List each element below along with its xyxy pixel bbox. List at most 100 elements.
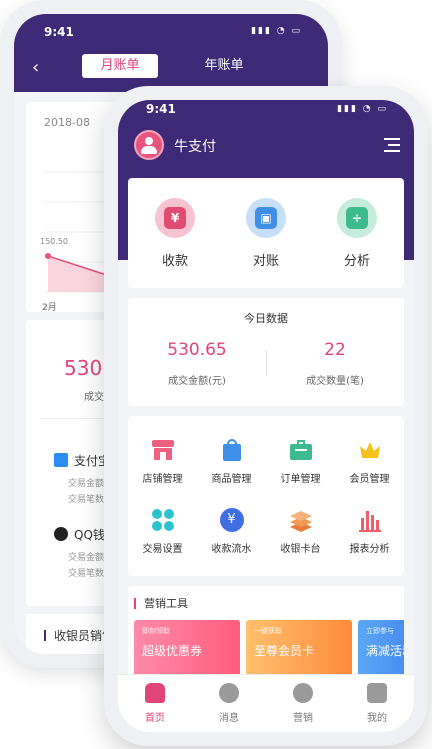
grid-item-reports[interactable]: 报表分析 xyxy=(335,508,404,555)
menu-line xyxy=(388,144,400,146)
cash-receive-icon: ¥ xyxy=(155,198,195,238)
quick-action-reconcile[interactable]: ▣ 对账 xyxy=(231,198,301,269)
crown-icon xyxy=(358,438,382,462)
qq-icon xyxy=(54,527,68,541)
back-arrow-icon[interactable]: ‹ xyxy=(32,57,39,78)
alipay-icon xyxy=(54,453,68,467)
tab-label: 首页 xyxy=(145,713,165,724)
user-body-icon xyxy=(141,146,157,154)
tab-label: 消息 xyxy=(219,713,239,724)
promo-subtitle: 即刻领取 xyxy=(142,627,170,635)
payment-method-row[interactable]: 支付宝 xyxy=(54,452,110,469)
home-icon xyxy=(145,683,165,703)
grid-item-trade-settings[interactable]: 交易设置 xyxy=(128,508,197,555)
promo-title: 超级优惠券 xyxy=(142,644,203,658)
user-head-icon xyxy=(145,137,153,145)
grid-item-orders[interactable]: 订单管理 xyxy=(266,438,335,485)
status-icons: ▮▮▮ ◔ ▭ xyxy=(251,26,302,36)
front-phone-screen: 9:41 ▮▮▮ ◔ ▭ 牛支付 ¥ 收款 ▣ 对账 ÷ 分析 今日数据 530… xyxy=(118,100,414,732)
briefcase-icon xyxy=(289,438,313,462)
grid-item-label: 会员管理 xyxy=(349,474,390,485)
quick-action-label: 对账 xyxy=(252,254,279,269)
icon-glyph: ▣ xyxy=(255,207,277,229)
promo-subtitle: 一键获取 xyxy=(254,627,282,635)
tab-label: 营销 xyxy=(293,713,313,724)
marketing-tools-card: 营销工具 即刻领取 超级优惠券 一键获取 至尊会员卡 立即参与 满减活动 xyxy=(128,586,404,682)
grid-item-label: 交易设置 xyxy=(142,544,183,555)
quick-action-collect[interactable]: ¥ 收款 xyxy=(140,198,210,269)
promo-title: 满减活动 xyxy=(366,644,404,658)
tab-yearly-bill[interactable]: 年账单 xyxy=(189,54,259,78)
quick-action-label: 收款 xyxy=(161,254,188,269)
today-data-title: 今日数据 xyxy=(244,312,288,325)
grid-item-cashier[interactable]: 收银卡台 xyxy=(266,508,335,555)
profile-hexagon-icon xyxy=(367,683,387,703)
promo-coupon-banner[interactable]: 即刻领取 超级优惠券 xyxy=(134,620,240,676)
avatar[interactable] xyxy=(134,130,164,160)
promo-member-card-banner[interactable]: 一键获取 至尊会员卡 xyxy=(246,620,352,676)
grid-item-label: 订单管理 xyxy=(280,474,321,485)
stat-transaction-count: 22 成交数量(笔) xyxy=(266,340,404,387)
tab-profile[interactable]: 我的 xyxy=(340,683,414,724)
quick-action-label: 分析 xyxy=(343,254,370,269)
payment-name: QQ钱 xyxy=(74,528,105,542)
fire-icon xyxy=(293,683,313,703)
stat-value: 22 xyxy=(324,340,346,360)
front-phone-frame: 9:41 ▮▮▮ ◔ ▭ 牛支付 ¥ 收款 ▣ 对账 ÷ 分析 今日数据 530… xyxy=(104,86,428,746)
message-icon xyxy=(219,683,239,703)
chart-x-label: 2月 xyxy=(42,302,57,312)
tab-messages[interactable]: 消息 xyxy=(192,683,266,724)
quick-action-analysis[interactable]: ÷ 分析 xyxy=(322,198,392,269)
status-time: 9:41 xyxy=(146,102,176,116)
section-accent-bar xyxy=(134,598,136,609)
function-grid-card: 店铺管理 商品管理 订单管理 会员管理 交易设置 ¥ 收款流水 收银卡台 报表分… xyxy=(128,416,404,576)
grid-item-members[interactable]: 会员管理 xyxy=(335,438,404,485)
tab-marketing[interactable]: 营销 xyxy=(266,683,340,724)
amount-value: 530. xyxy=(64,356,109,380)
grid-item-products[interactable]: 商品管理 xyxy=(197,438,266,485)
chart-point-label: 150.50 xyxy=(40,237,68,246)
stack-icon xyxy=(289,508,313,532)
clover-icon xyxy=(151,508,175,532)
grid-item-payment-flow[interactable]: ¥ 收款流水 xyxy=(197,508,266,555)
store-icon xyxy=(151,438,175,462)
icon-glyph: ¥ xyxy=(164,207,186,229)
today-data-card: 今日数据 530.65 成交金额(元) 22 成交数量(笔) xyxy=(128,298,404,406)
marketing-title: 营销工具 xyxy=(144,597,188,610)
yen-circle-icon: ¥ xyxy=(219,508,244,532)
shopping-bag-icon xyxy=(220,438,244,462)
menu-icon[interactable] xyxy=(384,138,400,152)
stat-value: 530.65 xyxy=(167,340,227,360)
grid-item-label: 店铺管理 xyxy=(142,474,183,485)
stat-label: 成交金额(元) xyxy=(168,376,226,387)
menu-line xyxy=(384,138,400,140)
tab-monthly-bill[interactable]: 月账单 xyxy=(82,54,158,78)
grid-item-label: 商品管理 xyxy=(211,474,252,485)
back-header: 9:41 ▮▮▮ ◔ ▭ ‹ 月账单 年账单 xyxy=(14,14,328,92)
wallet-icon: ▣ xyxy=(246,198,286,238)
section-accent-bar xyxy=(44,630,46,641)
tab-home[interactable]: 首页 xyxy=(118,683,192,724)
stat-label: 成交数量(笔) xyxy=(306,376,364,387)
menu-line xyxy=(384,150,400,152)
chart-point xyxy=(45,253,51,259)
grid-item-label: 收款流水 xyxy=(211,544,252,555)
payment-method-row[interactable]: QQ钱 xyxy=(54,526,105,543)
status-time: 9:41 xyxy=(44,25,74,39)
grid-item-label: 报表分析 xyxy=(349,544,390,555)
promo-subtitle: 立即参与 xyxy=(366,627,394,635)
mockup-stage: 9:41 ▮▮▮ ◔ ▭ ‹ 月账单 年账单 2018-08 150.50 2月… xyxy=(0,0,432,749)
stat-transaction-amount: 530.65 成交金额(元) xyxy=(128,340,266,387)
promo-title: 至尊会员卡 xyxy=(254,644,315,658)
bar-chart-icon xyxy=(358,508,382,532)
quick-actions-card: ¥ 收款 ▣ 对账 ÷ 分析 xyxy=(128,178,404,288)
promo-discount-banner[interactable]: 立即参与 满减活动 xyxy=(358,620,404,676)
calculator-icon: ÷ xyxy=(337,198,377,238)
status-icons: ▮▮▮ ◔ ▭ xyxy=(337,104,388,114)
grid-item-store[interactable]: 店铺管理 xyxy=(128,438,197,485)
bottom-tab-bar: 首页 消息 营销 我的 xyxy=(118,674,414,732)
grid-item-label: 收银卡台 xyxy=(280,544,321,555)
icon-glyph: ÷ xyxy=(346,207,368,229)
date-label[interactable]: 2018-08 xyxy=(44,116,90,129)
tab-label: 我的 xyxy=(367,713,387,724)
